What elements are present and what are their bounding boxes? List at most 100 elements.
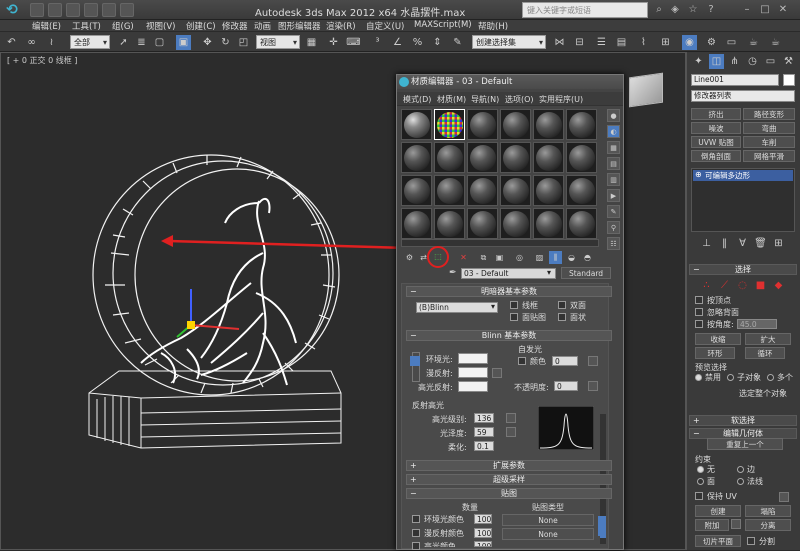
sample-slot[interactable] — [434, 142, 465, 173]
ring-button[interactable]: 环形 — [695, 347, 735, 359]
minimize-icon[interactable]: – — [740, 3, 754, 17]
opacity-spinner[interactable]: 0 — [554, 381, 578, 391]
modifier-stack-item[interactable]: 可编辑多边形 — [693, 170, 793, 181]
border-icon[interactable]: ◌ — [735, 278, 750, 293]
view-cube[interactable] — [629, 72, 663, 108]
go-to-parent-icon[interactable]: ◒ — [565, 251, 578, 264]
app-logo-icon[interactable]: ⟲ — [2, 1, 22, 19]
undo-icon[interactable] — [84, 3, 98, 17]
material-editor-icon[interactable]: ◉ — [682, 35, 697, 50]
attach-button[interactable]: 附加 — [695, 519, 729, 531]
map-checkbox[interactable] — [412, 529, 420, 537]
menu-animation[interactable]: 动画 — [254, 20, 271, 32]
sample-type-icon[interactable]: ● — [607, 109, 620, 122]
self-illum-map-button[interactable] — [588, 356, 598, 366]
extrude-button[interactable]: 挤出 — [691, 108, 741, 120]
named-selection-select[interactable]: 创建选择集 — [472, 35, 546, 50]
face-map-checkbox[interactable] — [510, 313, 518, 321]
map-checkbox[interactable] — [412, 542, 420, 550]
make-unique-icon[interactable]: ⧉ — [477, 251, 490, 264]
hierarchy-tab-icon[interactable]: ⋔ — [727, 54, 742, 69]
percent-snap-icon[interactable]: % — [410, 35, 425, 50]
shader-dropdown-icon[interactable]: ▾ — [491, 302, 495, 311]
infocenter-icon[interactable]: ◈ — [668, 3, 682, 17]
material-editor-title[interactable]: 材质编辑器 - 03 - Default — [397, 75, 623, 89]
undo-toolbar-icon[interactable]: ↶ — [4, 35, 19, 50]
backlight-icon[interactable]: ◐ — [607, 125, 620, 138]
menu-graph-editors[interactable]: 图形编辑器 — [278, 20, 321, 32]
menu-modifiers[interactable]: 修改器 — [222, 20, 248, 32]
search-input[interactable]: 键入关键字或短语 — [522, 2, 648, 18]
extended-params-rollout[interactable]: + 扩展参数 — [406, 460, 612, 471]
slice-plane-button[interactable]: 切片平面 — [695, 535, 741, 547]
material-navigator-icon[interactable]: ☷ — [607, 237, 620, 250]
map-amount-spinner[interactable]: 100 — [474, 514, 492, 524]
create-tab-icon[interactable]: ✦ — [691, 54, 706, 69]
menu-edit[interactable]: 编辑(E) — [32, 20, 61, 32]
configure-modifier-sets-icon[interactable]: ⊞ — [771, 236, 786, 251]
element-icon[interactable]: ◆ — [771, 278, 786, 293]
sample-slot[interactable] — [566, 175, 597, 206]
sample-slot[interactable] — [401, 175, 432, 206]
map-slot-button[interactable]: None — [502, 514, 594, 526]
display-tab-icon[interactable]: ▭ — [763, 54, 778, 69]
menu-rendering[interactable]: 渲染(R) — [326, 20, 356, 32]
sample-slot[interactable] — [566, 208, 597, 239]
scale-icon[interactable]: ◰ — [236, 35, 251, 50]
sample-slot[interactable] — [500, 208, 531, 239]
align-icon[interactable]: ⊟ — [572, 35, 587, 50]
loop-button[interactable]: 循环 — [745, 347, 785, 359]
create-button[interactable]: 创建 — [695, 505, 741, 517]
show-end-result-stack-icon[interactable]: ‖ — [717, 236, 732, 251]
redo-icon[interactable] — [102, 3, 116, 17]
specular-level-map-button[interactable] — [506, 413, 516, 423]
noise-button[interactable]: 噪波 — [691, 122, 741, 134]
by-vertex-checkbox[interactable] — [695, 296, 703, 304]
polygon-icon[interactable]: ■ — [753, 278, 768, 293]
schematic-view-icon[interactable]: ⊞ — [658, 35, 673, 50]
rotate-icon[interactable]: ↻ — [218, 35, 233, 50]
curve-editor-icon[interactable]: ⌇ — [636, 35, 651, 50]
ignore-backfacing-checkbox[interactable] — [695, 308, 703, 316]
sample-slot[interactable] — [434, 208, 465, 239]
preserve-uvs-checkbox[interactable] — [695, 492, 703, 500]
pivot-center-icon[interactable]: ▦ — [304, 35, 319, 50]
supersampling-rollout[interactable]: + 超级采样 — [406, 474, 612, 485]
soften-spinner[interactable]: 0.1 — [474, 441, 494, 451]
menu-group[interactable]: 组(G) — [112, 20, 134, 32]
path-deform-button[interactable]: 路径变形 — [743, 108, 795, 120]
render-setup-icon[interactable]: ⚙ — [704, 35, 719, 50]
layer-manager-icon[interactable]: ☰ — [594, 35, 609, 50]
specular-level-spinner[interactable]: 136 — [474, 413, 494, 423]
by-angle-spinner[interactable]: 45.0 — [737, 319, 777, 329]
options-icon[interactable]: ✎ — [607, 205, 620, 218]
sample-slot[interactable] — [467, 142, 498, 173]
blinn-basic-rollout[interactable]: − Blinn 基本参数 — [406, 330, 612, 341]
sample-slot[interactable] — [467, 109, 498, 140]
mirror-icon[interactable]: ⋈ — [552, 35, 567, 50]
video-color-check-icon[interactable]: ▥ — [607, 173, 620, 186]
rendered-frame-icon[interactable]: ▭ — [724, 35, 739, 50]
motion-tab-icon[interactable]: ◷ — [745, 54, 760, 69]
by-angle-checkbox[interactable] — [695, 320, 703, 328]
shrink-button[interactable]: 收缩 — [695, 333, 741, 345]
background-icon[interactable]: ▦ — [607, 141, 620, 154]
ambient-color-swatch[interactable] — [458, 353, 488, 364]
split-checkbox[interactable] — [747, 537, 755, 545]
self-illum-color-checkbox[interactable] — [518, 357, 526, 365]
repeat-last-button[interactable]: 重复上一个 — [707, 438, 783, 450]
object-name-input[interactable]: Line001 — [691, 74, 779, 86]
menu-maxscript[interactable]: MAXScript(M) — [414, 20, 472, 30]
bend-button[interactable]: 弯曲 — [743, 122, 795, 134]
detach-button[interactable]: 分离 — [745, 519, 791, 531]
new-file-icon[interactable] — [30, 3, 44, 17]
bevel-profile-button[interactable]: 倒角剖面 — [691, 150, 741, 162]
mat-menu-options[interactable]: 选项(O) — [505, 94, 534, 105]
modifier-list-select[interactable]: 修改器列表 — [691, 90, 795, 102]
slots-scrollbar[interactable] — [401, 239, 599, 247]
edge-icon[interactable]: ⟋ — [717, 278, 732, 293]
remove-modifier-icon[interactable]: 🗑 — [753, 236, 768, 251]
shader-type-select[interactable]: (B)Blinn — [416, 302, 498, 313]
menu-tools[interactable]: 工具(T) — [72, 20, 101, 32]
glossiness-spinner[interactable]: 59 — [474, 427, 494, 437]
